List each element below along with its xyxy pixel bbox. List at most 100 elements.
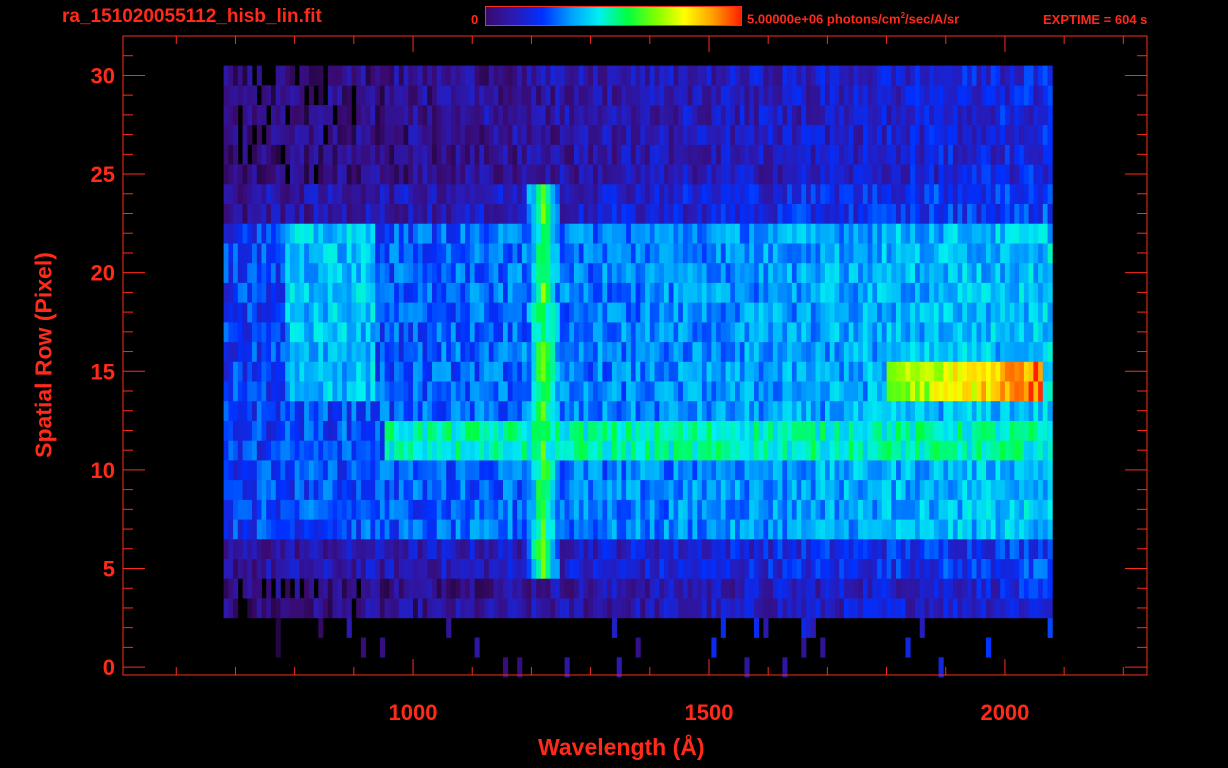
heatmap-cell xyxy=(611,617,617,638)
heatmap-cell xyxy=(531,440,537,461)
heatmap-cell xyxy=(706,420,712,441)
heatmap-cell xyxy=(668,538,674,559)
heatmap-cell xyxy=(375,124,381,145)
heatmap-cell xyxy=(616,519,622,540)
heatmap-cell xyxy=(825,598,831,619)
heatmap-cell xyxy=(588,164,594,185)
heatmap-cell xyxy=(986,322,992,343)
heatmap-cell xyxy=(403,322,409,343)
heatmap-cell xyxy=(550,243,556,264)
heatmap-cell xyxy=(493,381,499,402)
heatmap-cell xyxy=(910,322,916,343)
heatmap-cell xyxy=(967,85,973,106)
heatmap-cell xyxy=(455,578,461,599)
heatmap-cell xyxy=(583,203,589,224)
heatmap-cell xyxy=(342,322,348,343)
heatmap-cell xyxy=(981,164,987,185)
heatmap-cell xyxy=(256,65,262,86)
heatmap-cell xyxy=(829,598,835,619)
heatmap-cell xyxy=(881,519,887,540)
heatmap-cell xyxy=(716,519,722,540)
heatmap-cell xyxy=(503,578,509,599)
heatmap-cell xyxy=(351,578,357,599)
heatmap-cell xyxy=(422,105,428,126)
heatmap-cell xyxy=(649,85,655,106)
heatmap-cell xyxy=(678,341,684,362)
heatmap-cell xyxy=(252,85,258,106)
heatmap-cell xyxy=(289,499,295,520)
heatmap-cell xyxy=(313,381,319,402)
heatmap-cell xyxy=(635,420,641,441)
heatmap-cell xyxy=(967,65,973,86)
heatmap-cell xyxy=(948,558,954,579)
heatmap-cell xyxy=(687,420,693,441)
heatmap-cell xyxy=(957,144,963,165)
heatmap-cell xyxy=(815,578,821,599)
heatmap-cell xyxy=(521,105,527,126)
heatmap-cell xyxy=(711,440,717,461)
heatmap-cell xyxy=(933,538,939,559)
heatmap-cell xyxy=(379,420,385,441)
heatmap-cell xyxy=(346,558,352,579)
heatmap-cell xyxy=(289,460,295,481)
heatmap-cell xyxy=(526,420,532,441)
heatmap-cell xyxy=(356,322,362,343)
heatmap-cell xyxy=(337,262,343,283)
heatmap-cell xyxy=(829,558,835,579)
heatmap-cell xyxy=(526,578,532,599)
heatmap-cell xyxy=(417,519,423,540)
heatmap-cell xyxy=(948,538,954,559)
heatmap-cell xyxy=(394,538,400,559)
heatmap-cell xyxy=(1009,164,1015,185)
heatmap-cell xyxy=(446,262,452,283)
heatmap-cell xyxy=(1042,243,1048,264)
heatmap-cell xyxy=(446,381,452,402)
heatmap-cell xyxy=(550,578,556,599)
heatmap-cell xyxy=(943,85,949,106)
heatmap-cell xyxy=(436,223,442,244)
heatmap-cell xyxy=(872,400,878,421)
heatmap-cell xyxy=(801,124,807,145)
heatmap-cell xyxy=(815,460,821,481)
heatmap-cell xyxy=(678,558,684,579)
heatmap-cell xyxy=(228,460,234,481)
heatmap-cell xyxy=(971,400,977,421)
heatmap-cell xyxy=(744,124,750,145)
heatmap-cell xyxy=(976,420,982,441)
heatmap-cell xyxy=(332,440,338,461)
heatmap-cell xyxy=(1038,223,1044,244)
heatmap-cell xyxy=(682,124,688,145)
heatmap-cell xyxy=(289,479,295,500)
heatmap-cell xyxy=(929,65,935,86)
heatmap-cell xyxy=(957,400,963,421)
heatmap-cell xyxy=(933,322,939,343)
heatmap-cell xyxy=(1014,85,1020,106)
heatmap-cell xyxy=(398,105,404,126)
heatmap-cell xyxy=(327,124,333,145)
heatmap-cell xyxy=(716,361,722,382)
heatmap-cell xyxy=(749,519,755,540)
heatmap-cell xyxy=(834,420,840,441)
heatmap-cell xyxy=(432,598,438,619)
heatmap-cell xyxy=(233,519,239,540)
heatmap-cell xyxy=(252,144,258,165)
heatmap-cell xyxy=(952,420,958,441)
heatmap-cell xyxy=(853,558,859,579)
heatmap-cell xyxy=(990,302,996,323)
heatmap-cell xyxy=(754,598,760,619)
heatmap-cell xyxy=(574,420,580,441)
heatmap-cell xyxy=(692,183,698,204)
heatmap-cell xyxy=(744,183,750,204)
heatmap-cell xyxy=(692,440,698,461)
heatmap-cell xyxy=(962,223,968,244)
heatmap-cell xyxy=(981,282,987,303)
heatmap-cell xyxy=(801,637,807,658)
heatmap-cell xyxy=(872,85,878,106)
heatmap-cell xyxy=(1004,183,1010,204)
heatmap-cell xyxy=(730,105,736,126)
heatmap-cell xyxy=(933,164,939,185)
heatmap-cell xyxy=(285,124,291,145)
heatmap-cell xyxy=(654,420,660,441)
heatmap-cell xyxy=(545,282,551,303)
heatmap-cell xyxy=(739,164,745,185)
